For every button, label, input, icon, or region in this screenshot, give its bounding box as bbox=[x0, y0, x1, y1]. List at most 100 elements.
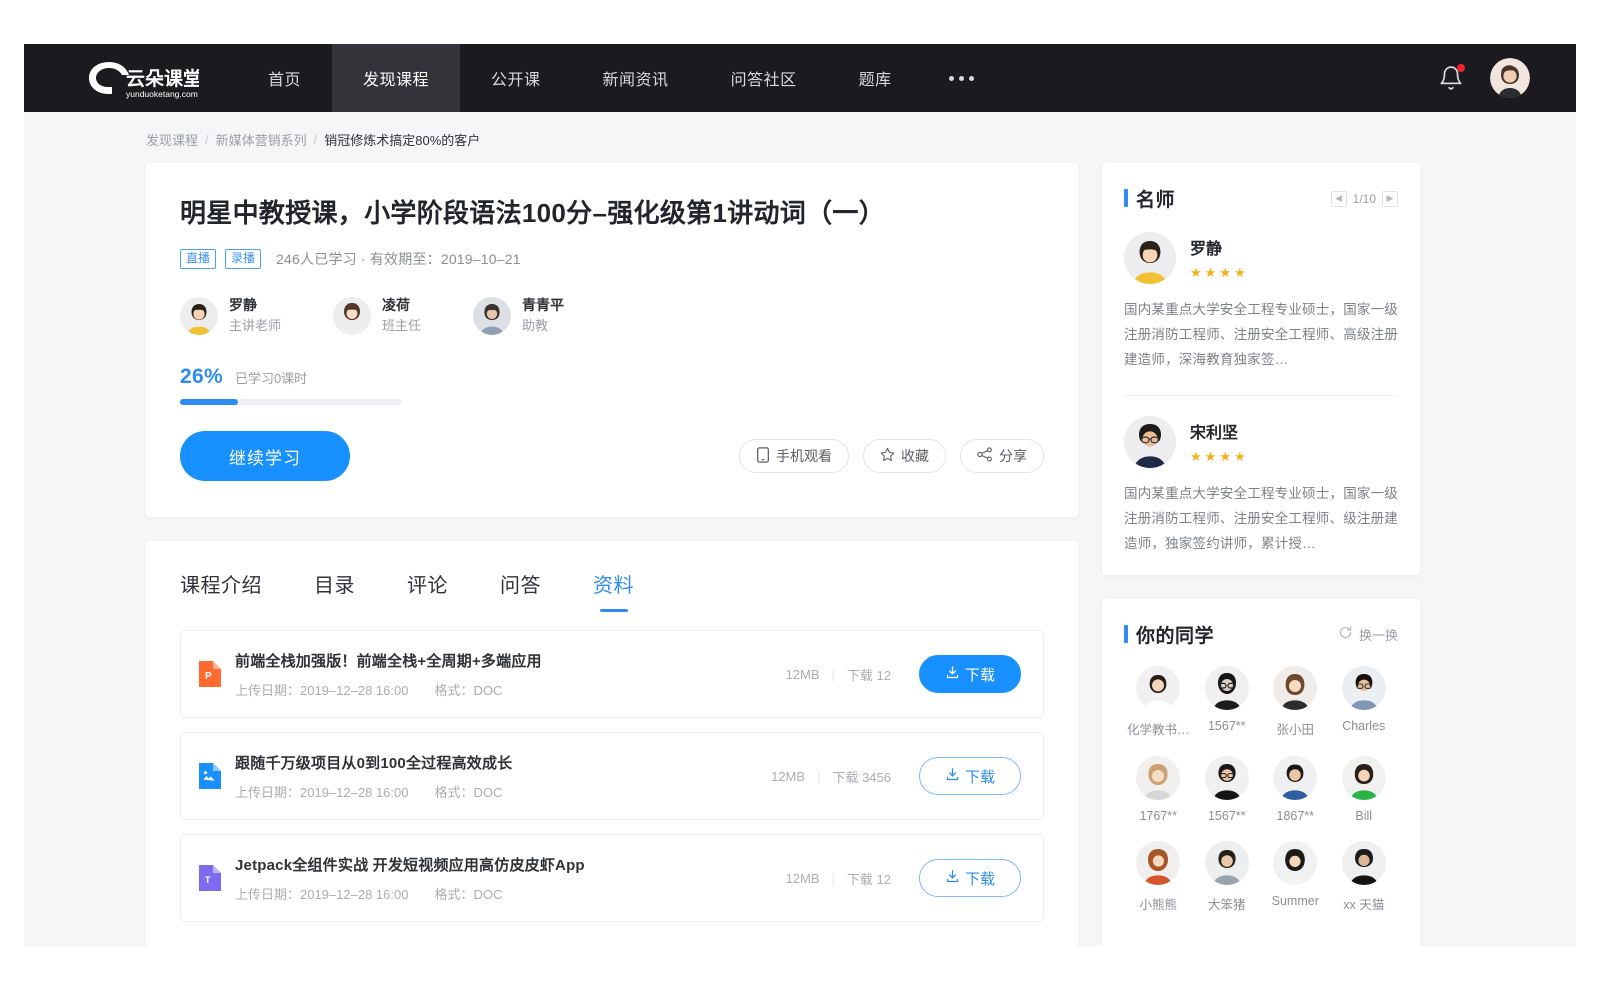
refresh-icon bbox=[1338, 625, 1353, 643]
list-item[interactable]: 1867** bbox=[1261, 756, 1330, 823]
teacher-row: 罗静 ★★★★ bbox=[1124, 232, 1398, 284]
teacher-chip-assistant[interactable]: 青青平 助教 bbox=[473, 296, 564, 335]
svg-text:P: P bbox=[205, 671, 212, 682]
avatar[interactable] bbox=[1490, 58, 1530, 98]
list-item[interactable]: 化学教书… bbox=[1124, 666, 1193, 738]
sidebar-column: 名师 ◀ 1/10 ▶ 罗静 bbox=[1102, 163, 1420, 946]
file-format: 格式：DOC bbox=[434, 884, 502, 903]
file-upload-date: 上传日期：2019–12–28 16:00 bbox=[235, 884, 408, 903]
progress-percent: 26% bbox=[180, 365, 223, 389]
page-content: 明星中教授课，小学阶段语法100分–强化级第1讲动词（一） 直播 录播 246人… bbox=[24, 163, 1576, 946]
list-item[interactable]: Bill bbox=[1330, 756, 1399, 823]
nav-label: 题库 bbox=[859, 66, 892, 90]
classmate-name: 1567** bbox=[1208, 719, 1246, 733]
list-item[interactable]: 1567** bbox=[1193, 666, 1262, 738]
secondary-actions: 手机观看 收藏 bbox=[739, 439, 1044, 473]
nav-item-home[interactable]: 首页 bbox=[237, 44, 332, 112]
teacher-row: 宋利坚 ★★★★ bbox=[1124, 416, 1398, 468]
table-row[interactable]: 跟随千万级项目从0到100全过程高效成长 上传日期：2019–12–28 16:… bbox=[180, 732, 1044, 820]
list-item[interactable]: 罗静 ★★★★ 国内某重点大学安全工程专业硕士，国家一级注册消防工程师、注册安全… bbox=[1124, 232, 1398, 373]
table-row[interactable]: T Jetpack全组件实战 开发短视频应用高仿皮皮虾App 上传日期：2019… bbox=[180, 834, 1044, 922]
mobile-watch-button[interactable]: 手机观看 bbox=[739, 439, 849, 473]
course-header-card: 明星中教授课，小学阶段语法100分–强化级第1讲动词（一） 直播 录播 246人… bbox=[146, 163, 1078, 517]
tab-comments[interactable]: 评论 bbox=[407, 569, 448, 612]
chevron-left-icon[interactable]: ◀ bbox=[1331, 191, 1347, 207]
ellipsis-icon[interactable] bbox=[923, 44, 1001, 112]
continue-learning-button[interactable]: 继续学习 bbox=[180, 431, 350, 481]
breadcrumb-item-1[interactable]: 发现课程 bbox=[146, 130, 198, 149]
tab-materials[interactable]: 资料 bbox=[593, 569, 634, 612]
list-item[interactable]: 宋利坚 ★★★★ 国内某重点大学安全工程专业硕士，国家一级注册消防工程师、注册安… bbox=[1124, 416, 1398, 557]
download-button[interactable]: 下载 bbox=[919, 859, 1021, 897]
list-item[interactable]: 张小田 bbox=[1261, 666, 1330, 738]
teacher-chip-lecturer[interactable]: 罗静 主讲老师 bbox=[180, 296, 281, 335]
avatar bbox=[1124, 232, 1176, 284]
image-file-icon bbox=[199, 763, 221, 789]
panel-header: 你的同学 换一换 bbox=[1124, 621, 1398, 648]
file-stats: 12MB | 下载 3456 bbox=[771, 767, 891, 786]
course-meta-row: 直播 录播 246人已学习 · 有效期至：2019–10–21 bbox=[180, 249, 1044, 270]
teacher-description: 国内某重点大学安全工程专业硕士，国家一级注册消防工程师、注册安全工程师、高级注册… bbox=[1124, 298, 1398, 373]
share-button[interactable]: 分享 bbox=[960, 439, 1044, 473]
list-item[interactable]: Summer bbox=[1261, 841, 1330, 913]
download-button[interactable]: 下载 bbox=[919, 655, 1021, 693]
file-name: 前端全栈加强版！前端全栈+全周期+多端应用 bbox=[235, 650, 542, 671]
nav-item-discover-courses[interactable]: 发现课程 bbox=[332, 44, 460, 112]
site-logo[interactable]: 云朵课堂 yunduoketang.com bbox=[79, 56, 199, 100]
list-item[interactable]: Charles bbox=[1330, 666, 1399, 738]
avatar bbox=[333, 297, 371, 335]
nav-item-question-bank[interactable]: 题库 bbox=[828, 44, 923, 112]
progress-label: 已学习0课时 bbox=[235, 368, 307, 387]
nav-item-qa-community[interactable]: 问答社区 bbox=[700, 44, 828, 112]
file-subtext: 上传日期：2019–12–28 16:00 格式：DOC bbox=[235, 680, 542, 699]
list-item[interactable]: 大笨猪 bbox=[1193, 841, 1262, 913]
svg-text:T: T bbox=[205, 875, 211, 885]
avatar bbox=[1205, 756, 1249, 800]
nav-label: 首页 bbox=[268, 66, 301, 90]
file-stats: 12MB | 下载 12 bbox=[786, 869, 891, 888]
rating-stars: ★★★★ bbox=[1190, 449, 1246, 465]
download-button[interactable]: 下载 bbox=[919, 757, 1021, 795]
file-size: 12MB bbox=[786, 871, 820, 886]
avatar bbox=[180, 297, 218, 335]
teacher-name: 罗静 bbox=[1190, 235, 1246, 259]
breadcrumb-item-2[interactable]: 新媒体营销系列 bbox=[216, 130, 307, 149]
tab-catalog[interactable]: 目录 bbox=[314, 569, 355, 612]
star-icon bbox=[880, 447, 895, 465]
avatar bbox=[1273, 666, 1317, 710]
refresh-label: 换一换 bbox=[1359, 625, 1398, 644]
table-row[interactable]: P 前端全栈加强版！前端全栈+全周期+多端应用 上传日期：2019–12–28 … bbox=[180, 630, 1044, 718]
teacher-text: 凌荷 班主任 bbox=[382, 296, 421, 335]
avatar bbox=[1342, 841, 1386, 885]
mobile-watch-label: 手机观看 bbox=[776, 446, 832, 466]
file-info: Jetpack全组件实战 开发短视频应用高仿皮皮虾App 上传日期：2019–1… bbox=[235, 854, 585, 903]
file-format: 格式：DOC bbox=[434, 680, 502, 699]
avatar bbox=[1342, 666, 1386, 710]
tab-introduction[interactable]: 课程介绍 bbox=[180, 569, 262, 612]
nav-label: 新闻资讯 bbox=[603, 66, 669, 90]
list-item[interactable]: 1767** bbox=[1124, 756, 1193, 823]
teacher-description: 国内某重点大学安全工程专业硕士，国家一级注册消防工程师、注册安全工程师、级注册建… bbox=[1124, 482, 1398, 557]
refresh-button[interactable]: 换一换 bbox=[1338, 625, 1398, 644]
teacher-chip-head-teacher[interactable]: 凌荷 班主任 bbox=[333, 296, 421, 335]
favorite-button[interactable]: 收藏 bbox=[863, 439, 946, 473]
nav-label: 问答社区 bbox=[731, 66, 797, 90]
list-item[interactable]: 小熊熊 bbox=[1124, 841, 1193, 913]
page-title: 明星中教授课，小学阶段语法100分–强化级第1讲动词（一） bbox=[180, 197, 1044, 231]
bell-icon[interactable] bbox=[1438, 65, 1464, 91]
tab-qa[interactable]: 问答 bbox=[500, 569, 541, 612]
svg-text:云朵课堂: 云朵课堂 bbox=[126, 68, 199, 90]
rating-stars: ★★★★ bbox=[1190, 265, 1246, 281]
file-name: 跟随千万级项目从0到100全过程高效成长 bbox=[235, 752, 512, 773]
list-item[interactable]: 1567** bbox=[1193, 756, 1262, 823]
file-size: 12MB bbox=[771, 769, 805, 784]
breadcrumb-separator: / bbox=[314, 132, 318, 147]
classmate-name: Charles bbox=[1342, 719, 1385, 733]
nav-item-news[interactable]: 新闻资讯 bbox=[572, 44, 700, 112]
classmate-name: xx 天猫 bbox=[1343, 894, 1384, 913]
nav-item-open-class[interactable]: 公开课 bbox=[460, 44, 572, 112]
list-item[interactable]: xx 天猫 bbox=[1330, 841, 1399, 913]
chevron-right-icon[interactable]: ▶ bbox=[1382, 191, 1398, 207]
svg-text:yunduoketang.com: yunduoketang.com bbox=[126, 89, 198, 99]
download-label: 下载 bbox=[965, 664, 995, 685]
